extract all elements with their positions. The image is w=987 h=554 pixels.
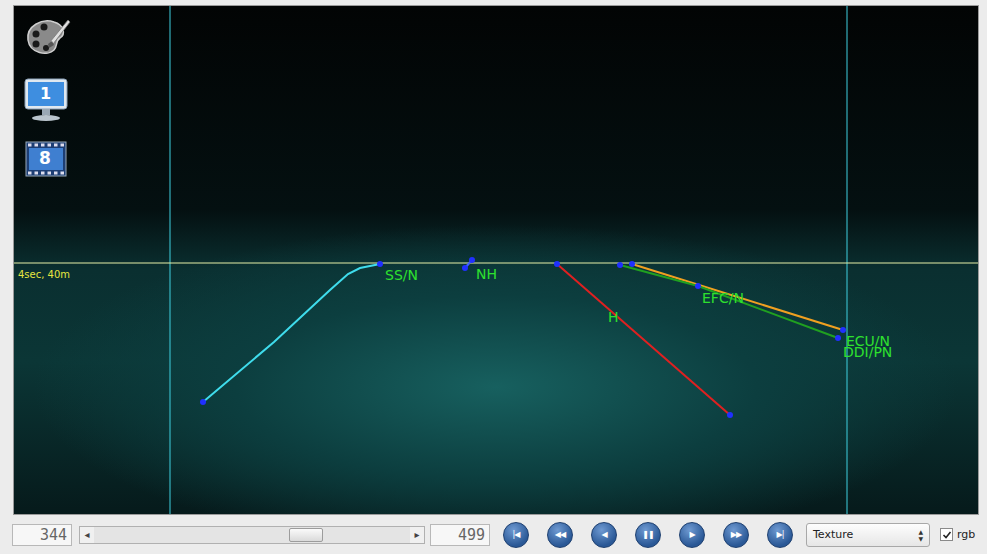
monitor-button[interactable]: 1 [22,76,72,124]
lane-label: DDI/PN [843,344,892,360]
select-arrows: ▲▼ [918,528,923,542]
slider-thumb[interactable] [289,528,323,542]
transport-button[interactable]: ▶▶ [723,522,749,548]
lane-point[interactable] [617,262,623,268]
checkbox-box[interactable] [940,528,953,541]
slider-track[interactable] [94,527,410,543]
mode-select[interactable]: Texture ▲▼ [806,523,930,547]
lane-point[interactable] [835,335,841,341]
transport-button[interactable]: ◀◀ [547,522,573,548]
lane-label: NH [476,266,497,282]
film-badge: 8 [39,150,51,167]
checkbox-label: rgb [957,528,975,541]
slider-left-arrow[interactable]: ◂ [80,527,94,543]
lane-point[interactable] [200,399,206,405]
lane-point[interactable] [629,261,635,267]
horizon-line[interactable] [14,263,978,264]
lane-label: SS/N [385,267,418,283]
lane-point[interactable] [727,412,733,418]
check-icon [942,530,952,540]
transport-controls: |◀◀◀◀❚❚▶▶▶▶| [503,522,793,548]
palette-button[interactable] [22,14,72,62]
slider-right-arrow[interactable]: ▸ [410,527,424,543]
transport-button[interactable]: ◀ [591,522,617,548]
playback-bar: 344◂▸499|◀◀◀◀❚❚▶▶▶▶|Texture▲▼rgb [0,515,987,554]
frame-slider[interactable]: ◂▸ [79,526,425,544]
annotation-window: 4sec, 40mSS/NNHHEFC/NECU/NDDI/PN18344◂▸4… [0,0,987,554]
lane-line[interactable] [462,257,475,271]
lane-line[interactable] [554,261,733,418]
lane-point[interactable] [377,261,383,267]
video-frame[interactable]: 4sec, 40mSS/NNHHEFC/NECU/NDDI/PN18 [13,5,979,515]
palette-icon[interactable] [22,14,72,62]
frame-field[interactable]: 344 [12,524,72,546]
lane-line[interactable] [629,261,846,333]
lane-point[interactable] [554,261,560,267]
horizon-label: 4sec, 40m [18,269,70,281]
transport-button[interactable]: |◀ [503,522,529,548]
lane-point[interactable] [462,265,468,271]
film-button[interactable]: 8 [22,138,72,186]
transport-button[interactable]: ▶ [679,522,705,548]
lane-line[interactable] [617,262,841,341]
mode-value: Texture [813,528,853,541]
transport-button[interactable]: ❚❚ [635,522,661,548]
lane-point[interactable] [840,327,846,333]
vertical-guide[interactable] [847,6,848,514]
rgb-checkbox[interactable]: rgb [940,528,975,541]
monitor-badge: 1 [40,86,51,102]
total-field[interactable]: 499 [430,524,490,546]
overlay-toolbar: 18 [22,14,72,186]
lane-point[interactable] [695,283,701,289]
transport-button[interactable]: ▶| [767,522,793,548]
vertical-guide[interactable] [170,6,171,514]
annotation-canvas[interactable] [14,6,978,514]
lane-line[interactable] [200,261,383,405]
lane-label: H [608,309,619,325]
lane-label: EFC/N [702,290,744,306]
lane-point[interactable] [469,257,475,263]
